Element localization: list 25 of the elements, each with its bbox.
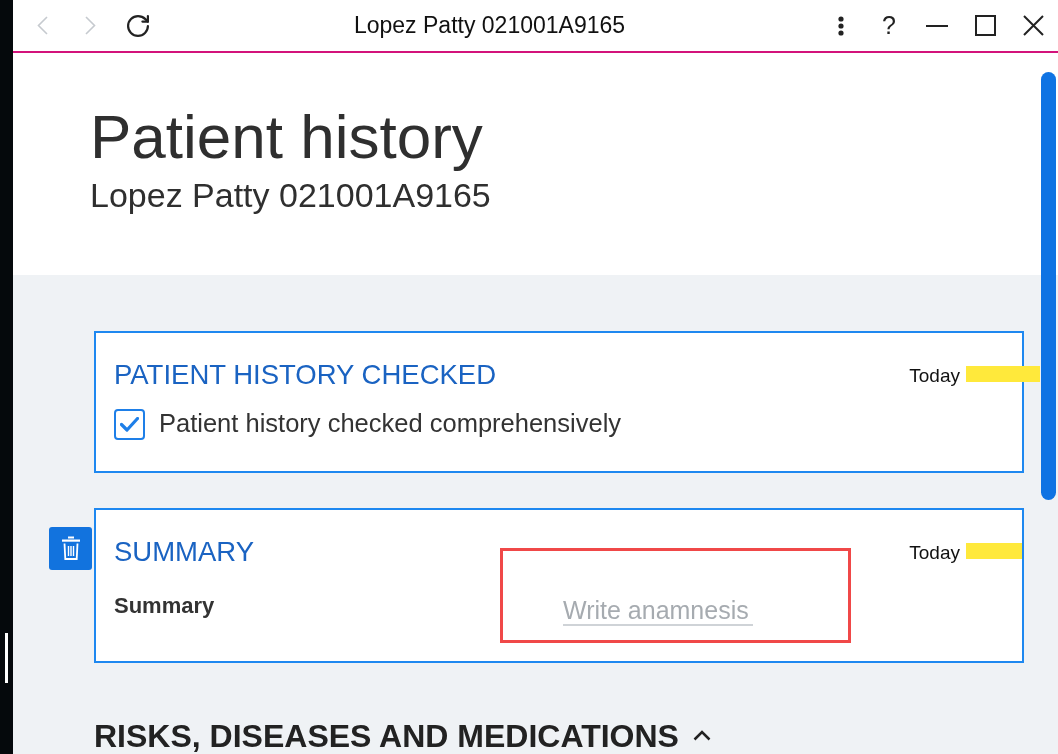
delete-button[interactable] <box>49 526 92 570</box>
date-label: Today <box>909 542 960 562</box>
section-toggle[interactable]: RISKS, DISEASES AND MEDICATIONS <box>94 719 711 752</box>
checkbox[interactable] <box>114 408 145 440</box>
reload-icon <box>127 14 149 37</box>
minimize-icon <box>926 24 948 27</box>
scrollbar-thumb[interactable] <box>1041 72 1056 500</box>
patient-subtitle: Lopez Patty 021001A9165 <box>90 178 491 212</box>
field-label: Summary <box>114 595 215 617</box>
card-title: SUMMARY <box>114 537 255 565</box>
close-icon <box>1022 15 1044 36</box>
chevron-left-icon <box>36 16 48 35</box>
chevron-right-icon <box>84 16 96 35</box>
maximize-icon <box>974 15 996 36</box>
help-button[interactable]: ? <box>865 3 913 48</box>
more-icon <box>838 15 844 36</box>
trash-icon <box>61 536 80 560</box>
card-title: PATIENT HISTORY CHECKED <box>114 361 497 389</box>
checkbox-label: Patient history checked comprehensively <box>159 411 622 437</box>
redaction-bar <box>966 542 1022 559</box>
edge-marker <box>5 633 8 683</box>
window-title: Lopez Patty 021001A9165 <box>353 14 626 37</box>
date-label: Today <box>909 366 960 385</box>
check-icon <box>120 416 139 432</box>
text-input[interactable]: Write anamnesis <box>563 596 753 626</box>
